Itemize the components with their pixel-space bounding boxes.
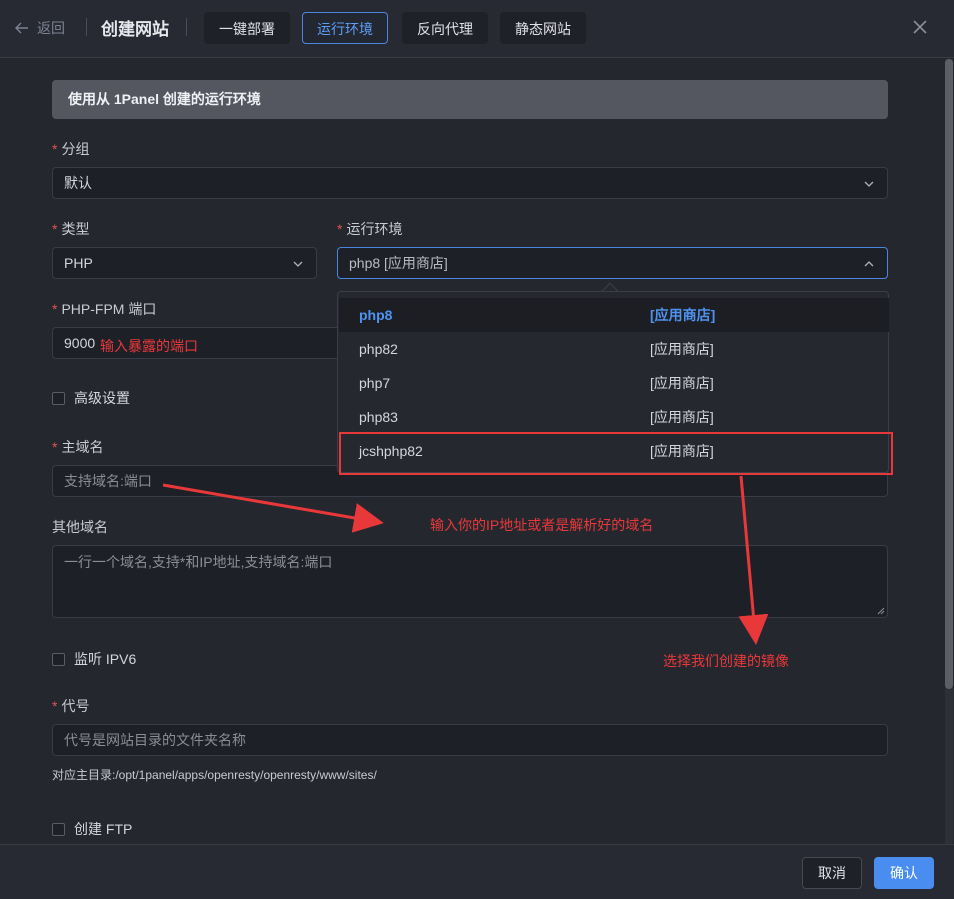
dialog-footer: 取消 确认	[0, 844, 954, 899]
back-button[interactable]: 返回	[15, 18, 65, 38]
runtime-select[interactable]: php8 [应用商店]	[337, 247, 888, 279]
type-select[interactable]: PHP	[52, 247, 317, 279]
page-title: 创建网站	[101, 20, 169, 39]
checkbox-box[interactable]	[52, 822, 65, 836]
runtime-option[interactable]: php8 [应用商店]	[339, 298, 889, 332]
runtime-dropdown: php8 [应用商店] php82 [应用商店] php7 [应用商店] php83[…	[337, 291, 889, 473]
advanced-settings-checkbox[interactable]: 高级设置	[52, 388, 130, 408]
chevron-down-icon	[864, 181, 874, 187]
alias-input[interactable]: 代号是网站目录的文件夹名称	[52, 724, 888, 756]
scrollbar[interactable]	[945, 59, 953, 844]
cancel-button[interactable]: 取消	[802, 857, 862, 889]
port-label: * PHP-FPM 端口	[52, 301, 157, 317]
runtime-annotation: 选择我们创建的镜像	[663, 653, 789, 669]
checkbox-box[interactable]	[52, 391, 65, 405]
tab-runtime[interactable]: 运行环境	[302, 12, 388, 44]
runtime-option[interactable]: php82 [应用商店]	[339, 332, 889, 366]
ipv6-label: 监听 IPV6	[74, 651, 137, 667]
divider	[186, 18, 187, 36]
checkbox-box[interactable]	[52, 652, 65, 666]
back-label: 返回	[37, 20, 65, 36]
type-label: * 类型	[52, 221, 90, 237]
advanced-settings-label: 高级设置	[74, 390, 130, 406]
arrow-left-icon	[15, 22, 28, 34]
tab-reverse-proxy[interactable]: 反向代理	[402, 12, 488, 44]
other-domains-label: 其他域名	[52, 519, 108, 535]
port-annotation: 输入暴露的端口	[100, 338, 198, 354]
resize-handle-icon[interactable]	[877, 607, 885, 615]
runtime-banner: 使用从 1Panel 创建的运行环境	[52, 80, 888, 119]
dialog-header: 返回 创建网站 一键部署 运行环境 反向代理 静态网站	[0, 0, 954, 58]
confirm-button[interactable]: 确认	[874, 857, 934, 889]
group-label: * 分组	[52, 141, 90, 157]
ipv6-checkbox[interactable]: 监听 IPV6	[52, 649, 136, 669]
alias-hint: 对应主目录:/opt/1panel/apps/openresty/openres…	[52, 768, 377, 782]
close-icon[interactable]	[912, 19, 928, 35]
other-domains-textarea[interactable]: 一行一个域名,支持*和IP地址,支持域名:端口	[52, 545, 888, 618]
chevron-down-icon	[293, 261, 303, 267]
scrollbar-thumb[interactable]	[945, 59, 953, 689]
tab-static-site[interactable]: 静态网站	[500, 12, 586, 44]
alias-label: * 代号	[52, 698, 90, 714]
runtime-option[interactable]: php83 [应用商店]	[339, 400, 889, 434]
tab-one-click-deploy[interactable]: 一键部署	[204, 12, 290, 44]
runtime-option[interactable]: php7 [应用商店]	[339, 366, 889, 400]
divider	[86, 18, 87, 36]
group-select[interactable]: 默认	[52, 167, 888, 199]
ftp-label: 创建 FTP	[74, 821, 133, 837]
chevron-up-icon	[864, 261, 874, 267]
runtime-option[interactable]: jcshphp82 [应用商店]	[339, 434, 889, 468]
runtime-label: * 运行环境	[337, 221, 403, 237]
ftp-checkbox[interactable]: 创建 FTP	[52, 819, 132, 839]
domain-annotation: 输入你的IP地址或者是解析好的域名	[430, 517, 654, 533]
primary-domain-label: * 主域名	[52, 439, 104, 455]
